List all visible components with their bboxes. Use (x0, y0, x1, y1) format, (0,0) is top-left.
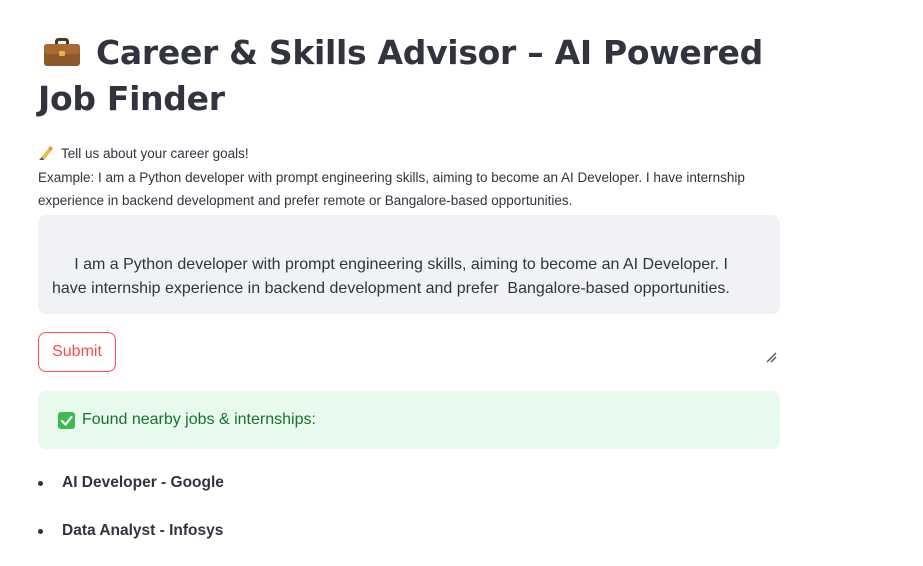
resize-handle-icon[interactable] (765, 299, 777, 363)
prompt-heading-row: Tell us about your career goals! (38, 142, 780, 166)
success-message: Found nearby jobs & internships: (82, 411, 316, 428)
briefcase-icon (42, 34, 82, 66)
list-item: AI Developer - Google (38, 470, 780, 518)
prompt-label: Tell us about your career goals! Example… (38, 142, 780, 213)
page-title: Career & Skills Advisor – AI Powered Job… (38, 33, 763, 118)
bullet-icon (38, 481, 43, 486)
prompt-example: Example: I am a Python developer with pr… (38, 169, 745, 209)
job-title: Data Analyst - Infosys (62, 522, 224, 539)
page-title-heading: Career & Skills Advisor – AI Powered Job… (38, 30, 780, 122)
career-goals-input[interactable]: I am a Python developer with prompt engi… (38, 215, 780, 363)
job-title: AI Developer - Google (62, 474, 224, 491)
prompt-heading: Tell us about your career goals! (61, 146, 249, 161)
check-mark-icon (58, 411, 75, 429)
bullet-icon (38, 529, 43, 534)
submit-button[interactable]: Submit (38, 332, 116, 372)
career-goals-input-value: I am a Python developer with prompt engi… (52, 256, 733, 297)
success-alert: Found nearby jobs & internships: (38, 391, 780, 449)
writing-hand-icon (38, 145, 56, 161)
job-list: AI Developer - Google Data Analyst - Inf… (38, 470, 780, 566)
